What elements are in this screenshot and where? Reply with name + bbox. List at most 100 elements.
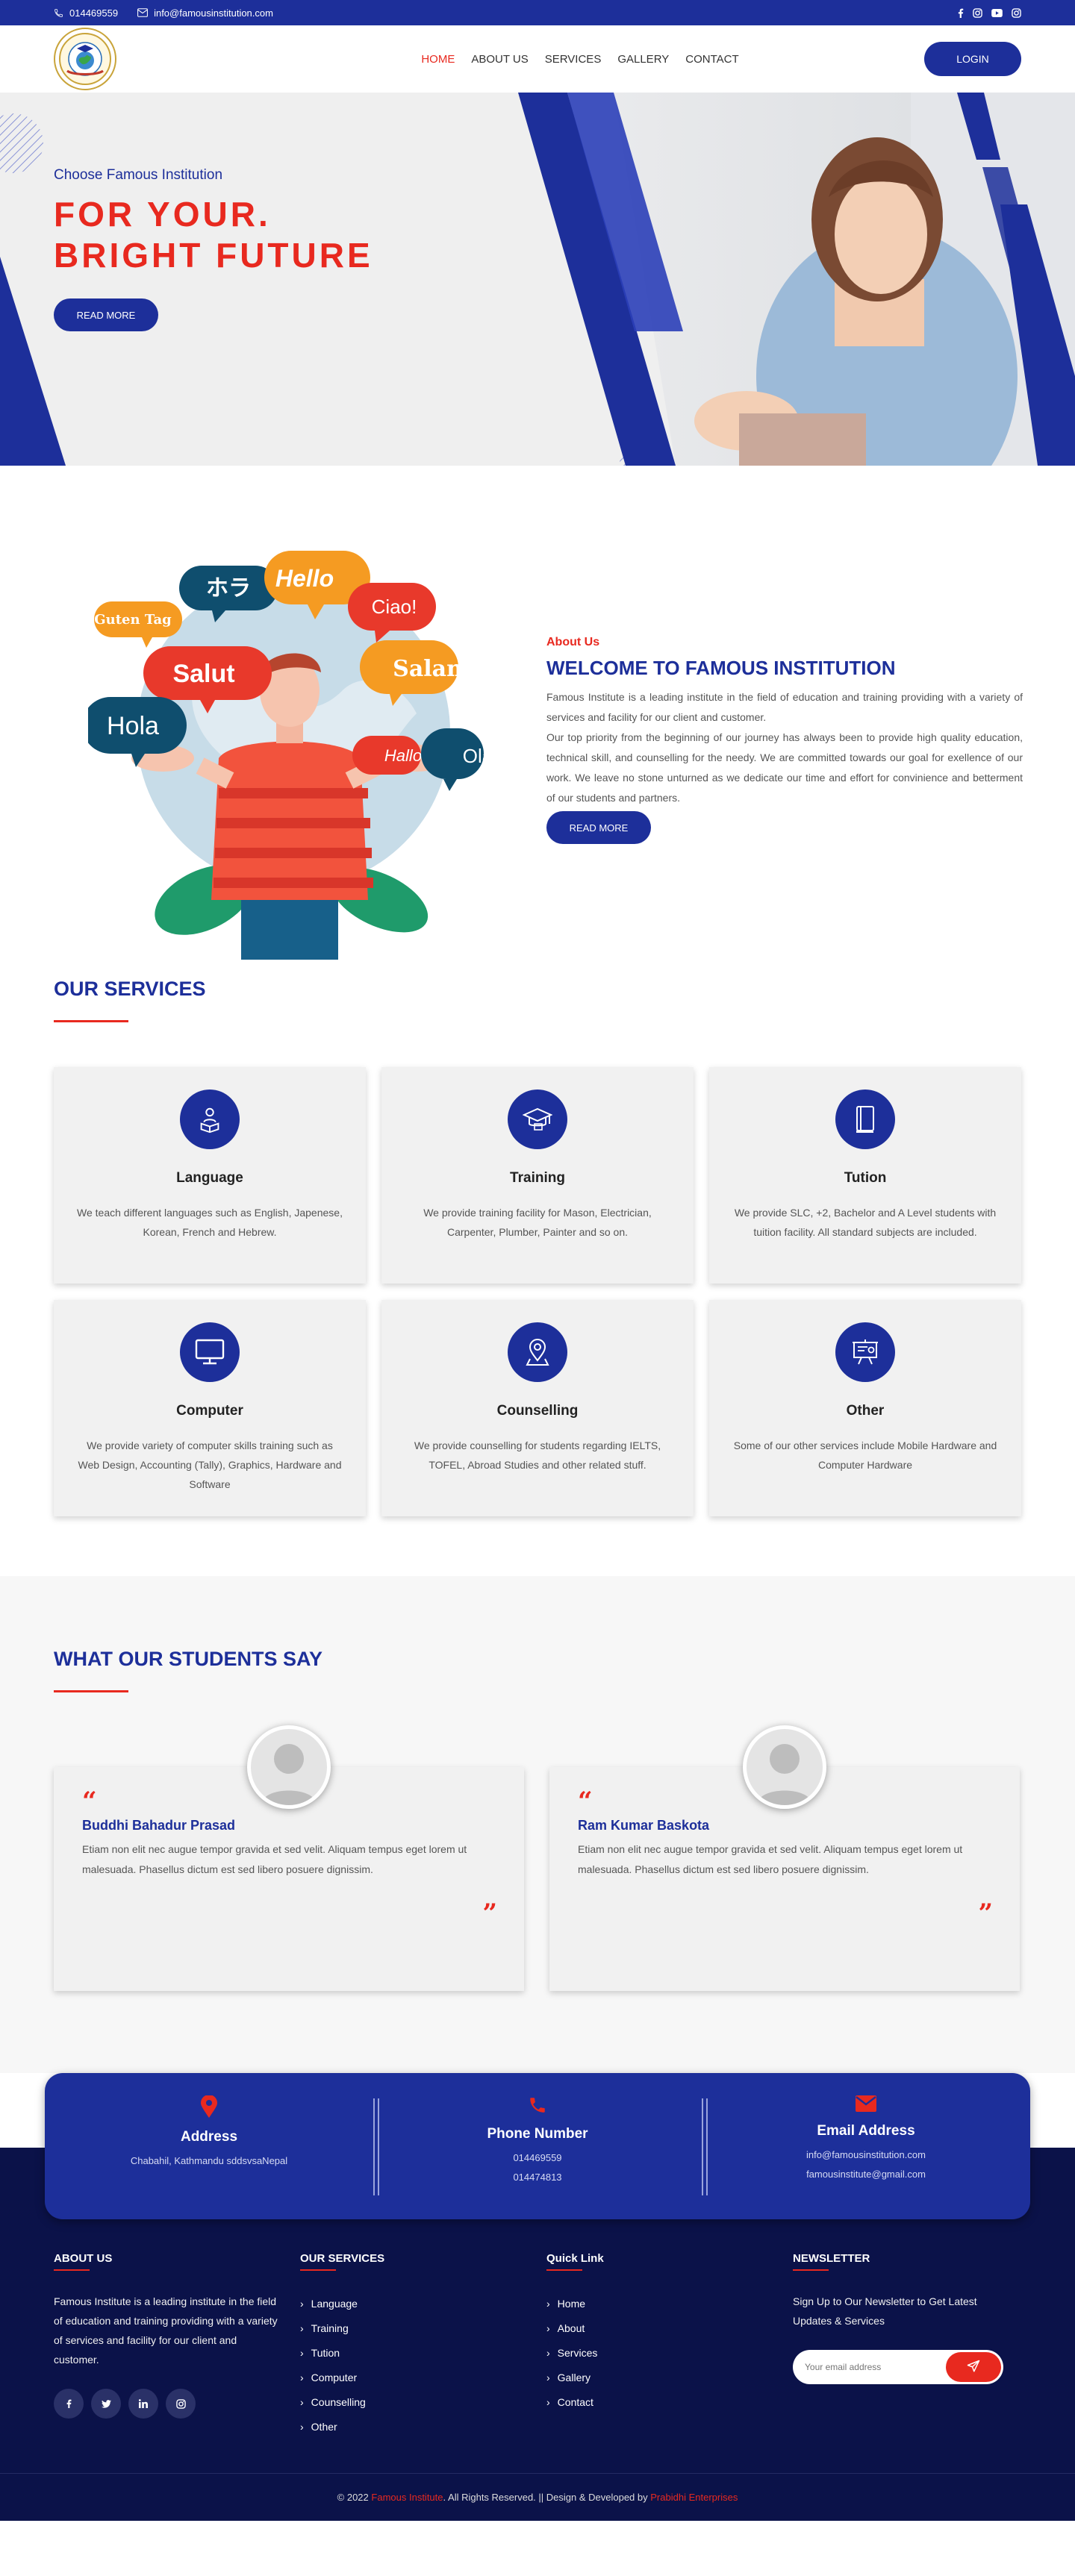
location-pin-icon — [201, 2095, 217, 2120]
service-description: We provide counselling for students rega… — [414, 1439, 661, 1471]
phone-number-2[interactable]: 014474813 — [373, 2168, 702, 2187]
about-section: ホラ Hello Ciao! Guten Tag Salut Salam Hol… — [0, 466, 1075, 978]
chevron-right-icon: › — [546, 2298, 550, 2310]
chevron-right-icon: › — [300, 2421, 304, 2433]
hero-title-line1: FOR YOUR. — [54, 195, 271, 234]
topbar-phone[interactable]: 014469559 — [54, 7, 118, 19]
chevron-right-icon: › — [300, 2396, 304, 2408]
footer-service-link[interactable]: › Other — [300, 2415, 546, 2439]
service-description: Some of our other services include Mobil… — [733, 1439, 997, 1471]
service-title: Counselling — [496, 1403, 579, 1419]
login-button[interactable]: LOGIN — [923, 42, 1021, 76]
service-card-training[interactable]: Training We provide training facility fo… — [381, 1067, 694, 1284]
footer-link-label: Tution — [311, 2347, 340, 2359]
service-card-tution[interactable]: Tution We provide SLC, +2, Bachelor and … — [709, 1067, 1021, 1284]
about-read-more-button[interactable]: READ MORE — [546, 811, 651, 844]
instagram-icon[interactable] — [166, 2389, 196, 2419]
footer-quick-link[interactable]: › About — [546, 2316, 793, 2341]
service-title: Training — [510, 1170, 565, 1186]
testimonial-name: Ram Kumar Baskota — [578, 1818, 710, 1833]
youtube-icon[interactable] — [991, 8, 1003, 17]
footer-service-link[interactable]: › Computer — [300, 2366, 546, 2390]
footer-services-title: OUR SERVICES — [300, 2252, 385, 2265]
footer-link-label: Other — [311, 2421, 337, 2433]
quote-close-icon: ” — [978, 1898, 993, 1928]
site-logo[interactable] — [54, 28, 116, 90]
copyright-year: © 2022 — [337, 2492, 369, 2503]
instagram-icon-2[interactable] — [1012, 7, 1021, 18]
footer-service-link[interactable]: › Training — [300, 2316, 546, 2341]
hero-kicker: Choose Famous Institution — [54, 167, 223, 183]
nav-gallery[interactable]: GALLERY — [617, 53, 669, 66]
footer-copyright: © 2022 Famous Institute. All Rights Rese… — [0, 2473, 1075, 2521]
hero-read-more-button[interactable]: READ MORE — [54, 298, 158, 331]
nav-contact[interactable]: CONTACT — [685, 53, 738, 66]
footer-service-link[interactable]: › Tution — [300, 2341, 546, 2366]
copyright-text: . All Rights Reserved. || Design & Devel… — [443, 2492, 648, 2503]
footer-quick-link[interactable]: › Gallery — [546, 2366, 793, 2390]
service-description: We provide training facility for Mason, … — [423, 1207, 652, 1238]
about-eyebrow: About Us — [546, 636, 600, 648]
email-address-1[interactable]: info@famousinstitution.com — [702, 2145, 1030, 2165]
hero-title-line2: BRIGHT FUTURE — [54, 236, 373, 275]
bubble-hora: ホラ — [206, 576, 251, 601]
service-card-language[interactable]: Language We teach different languages su… — [54, 1067, 366, 1284]
footer-title-underline — [300, 2269, 336, 2271]
footer-newsletter-text: Sign Up to Our Newsletter to Get Latest … — [793, 2295, 977, 2327]
newsletter-submit-button[interactable] — [946, 2352, 1001, 2382]
phone-icon — [54, 8, 63, 18]
services-title: OUR SERVICES — [54, 978, 206, 1000]
linkedin-icon[interactable] — [128, 2389, 158, 2419]
services-title-underline — [54, 1020, 128, 1022]
send-icon — [967, 2360, 980, 2375]
instagram-icon[interactable] — [973, 7, 982, 18]
copyright-brand-link[interactable]: Famous Institute — [371, 2492, 443, 2503]
about-title: WELCOME TO FAMOUS INSTITUTION — [546, 657, 896, 679]
chevron-right-icon: › — [300, 2322, 304, 2334]
contact-strip: Address Chabahil, Kathmandu sddsvsaNepal… — [45, 2073, 1030, 2219]
facebook-icon[interactable] — [958, 8, 964, 18]
footer-quick-link[interactable]: › Contact — [546, 2390, 793, 2415]
footer-quick-link[interactable]: › Services — [546, 2341, 793, 2366]
bubble-ciao: Ciao! — [372, 595, 417, 618]
service-card-computer[interactable]: Computer We provide variety of computer … — [54, 1300, 366, 1516]
testimonials-title: WHAT OUR STUDENTS SAY — [54, 1648, 323, 1670]
chevron-right-icon: › — [300, 2347, 304, 2359]
facebook-icon[interactable] — [54, 2389, 84, 2419]
footer-title-underline — [546, 2269, 582, 2271]
bubble-hello: Hello — [275, 565, 334, 592]
email-address-2[interactable]: famousinstitute@gmail.com — [702, 2165, 1030, 2184]
topbar-email[interactable]: info@famousinstitution.com — [137, 7, 273, 19]
phone-icon — [528, 2098, 547, 2117]
service-description: We teach different languages such as Eng… — [77, 1207, 343, 1238]
testimonials-grid: “ Buddhi Bahadur Prasad Etiam non elit n… — [54, 1725, 1021, 1991]
bubble-hallo: Hallo — [384, 746, 422, 765]
phone-title: Phone Number — [487, 2126, 588, 2142]
services-grid: Language We teach different languages su… — [54, 1067, 1021, 1516]
service-card-counselling[interactable]: Counselling We provide counselling for s… — [381, 1300, 694, 1516]
monitor-icon — [180, 1322, 240, 1382]
footer-service-link[interactable]: › Counselling — [300, 2390, 546, 2415]
nav-home[interactable]: HOME — [421, 53, 455, 66]
footer-link-label: About — [557, 2322, 585, 2334]
service-card-other[interactable]: Other Some of our other services include… — [709, 1300, 1021, 1516]
developer-link[interactable]: Prabidhi Enterprises — [650, 2492, 738, 2503]
topbar-phone-text: 014469559 — [69, 7, 119, 19]
footer-quick-link[interactable]: › Home — [546, 2292, 793, 2316]
newsletter-form — [793, 2350, 1003, 2384]
phone-number-1[interactable]: 014469559 — [373, 2148, 702, 2168]
site-footer: Address Chabahil, Kathmandu sddsvsaNepal… — [0, 2073, 1075, 2521]
footer-service-link[interactable]: › Language — [300, 2292, 546, 2316]
languages-illustration: ホラ Hello Ciao! Guten Tag Salut Salam Hol… — [88, 551, 493, 960]
divider — [702, 2098, 708, 2195]
newsletter-email-input[interactable] — [805, 2362, 946, 2372]
chevron-right-icon: › — [546, 2396, 550, 2408]
service-description: We provide SLC, +2, Bachelor and A Level… — [734, 1207, 997, 1238]
service-title: Other — [846, 1403, 885, 1419]
services-section: OUR SERVICES Language We teach different… — [0, 978, 1075, 1516]
twitter-icon[interactable] — [91, 2389, 121, 2419]
bubble-ola: Olá — [463, 745, 493, 767]
nav-about-us[interactable]: ABOUT US — [471, 53, 528, 66]
nav-services[interactable]: SERVICES — [545, 53, 602, 66]
footer-newsletter-column: NEWSLETTER Sign Up to Our Newsletter to … — [793, 2252, 1039, 2439]
